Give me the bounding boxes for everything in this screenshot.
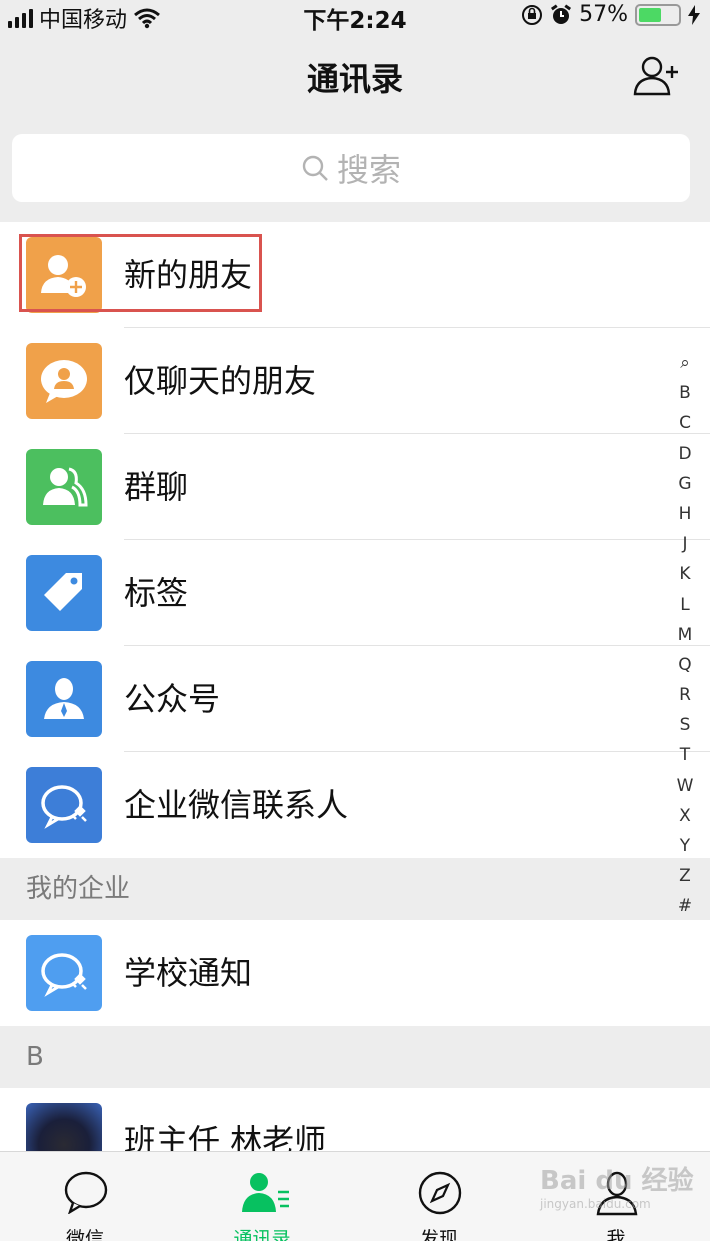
index-letter[interactable]: # [678, 891, 692, 921]
search-placeholder: 搜索 [336, 151, 401, 189]
list-item-tags[interactable]: 标签 [0, 540, 710, 646]
contact-list: 新的朋友 仅聊天的朋友 群聊 标签 公众号 企业微信联系人 我的企业 学校通知 … [0, 222, 710, 1194]
index-letter[interactable]: Z [679, 861, 691, 891]
list-item-label: 标签 [124, 574, 189, 612]
tab-label: 通讯录 [233, 1228, 291, 1241]
status-bar: 中国移动 下午2:24 57% [0, 0, 710, 34]
watermark-url: jingyan.baidu.com [540, 1197, 651, 1211]
signal-icon [8, 8, 33, 28]
index-letter[interactable]: T [680, 740, 690, 770]
alphabet-index[interactable]: ⌕ B C D G H J K L M Q R S T W X Y Z # [670, 348, 700, 922]
work-wechat-icon [26, 767, 102, 843]
list-item-group-chat[interactable]: 群聊 [0, 434, 710, 540]
list-item-label: 学校通知 [124, 954, 253, 992]
index-letter[interactable]: H [679, 499, 692, 529]
official-account-icon [26, 661, 102, 737]
list-item-official-accounts[interactable]: 公众号 [0, 646, 710, 752]
tab-label: 我 [606, 1228, 626, 1241]
new-friend-icon [26, 237, 102, 313]
carrier-label: 中国移动 [39, 8, 128, 33]
index-search-icon[interactable]: ⌕ [680, 348, 690, 378]
list-item-label: 群聊 [124, 468, 189, 506]
tab-contacts[interactable]: 通讯录 [202, 1152, 322, 1241]
list-item-label: 新的朋友 [124, 256, 253, 294]
index-letter[interactable]: G [678, 469, 691, 499]
contacts-icon [242, 1173, 289, 1212]
index-letter[interactable]: K [679, 559, 690, 589]
list-item-label: 仅聊天的朋友 [124, 362, 317, 400]
watermark-brand: Bai du 经验 [540, 1166, 694, 1196]
list-item-work-wechat[interactable]: 企业微信联系人 [0, 752, 710, 858]
tab-chats[interactable]: 微信 [25, 1152, 145, 1241]
tab-label: 发现 [419, 1228, 458, 1241]
search-icon [302, 155, 328, 181]
charging-icon [688, 4, 700, 25]
chat-bubble-icon [64, 1171, 108, 1214]
list-item-chat-only-friend[interactable]: 仅聊天的朋友 [0, 328, 710, 434]
status-left: 中国移动 [8, 2, 161, 34]
section-header: 我的企业 [0, 858, 710, 920]
list-item-school-notice[interactable]: 学校通知 [0, 920, 710, 1026]
battery-icon [635, 3, 681, 26]
index-letter[interactable]: M [678, 620, 693, 650]
tag-icon [26, 555, 102, 631]
list-item-new-friend[interactable]: 新的朋友 [0, 222, 710, 328]
school-notice-icon [26, 935, 102, 1011]
watermark: Bai du 经验 jingyan.baidu.com [540, 1160, 694, 1211]
rotation-lock-icon [522, 4, 543, 25]
status-right: 57% [521, 2, 700, 27]
nav-bar: 通讯录 [0, 38, 710, 114]
list-item-label: 公众号 [124, 680, 221, 718]
search-input[interactable]: 搜索 [12, 134, 690, 202]
group-chat-icon [26, 449, 102, 525]
index-letter[interactable]: X [679, 801, 691, 831]
index-letter[interactable]: Y [680, 831, 690, 861]
compass-icon [418, 1171, 462, 1215]
list-item-label: 企业微信联系人 [124, 786, 349, 824]
tab-discover[interactable]: 发现 [379, 1152, 499, 1241]
alarm-icon [551, 3, 572, 24]
tab-label: 微信 [65, 1228, 104, 1241]
chat-only-friend-icon [26, 343, 102, 419]
index-letter[interactable]: D [678, 439, 691, 469]
section-header: B [0, 1026, 710, 1088]
index-letter[interactable]: Q [678, 650, 691, 680]
index-letter[interactable]: S [680, 710, 691, 740]
page-title: 通讯录 [306, 60, 403, 98]
wifi-icon [134, 8, 160, 29]
battery-percent: 57% [579, 2, 628, 27]
index-letter[interactable]: R [679, 680, 691, 710]
index-letter[interactable]: C [679, 408, 691, 438]
index-letter[interactable]: J [682, 529, 687, 559]
index-letter[interactable]: W [677, 771, 694, 801]
index-letter[interactable]: B [679, 378, 691, 408]
index-letter[interactable]: L [680, 590, 689, 620]
add-contact-icon[interactable] [632, 54, 680, 98]
